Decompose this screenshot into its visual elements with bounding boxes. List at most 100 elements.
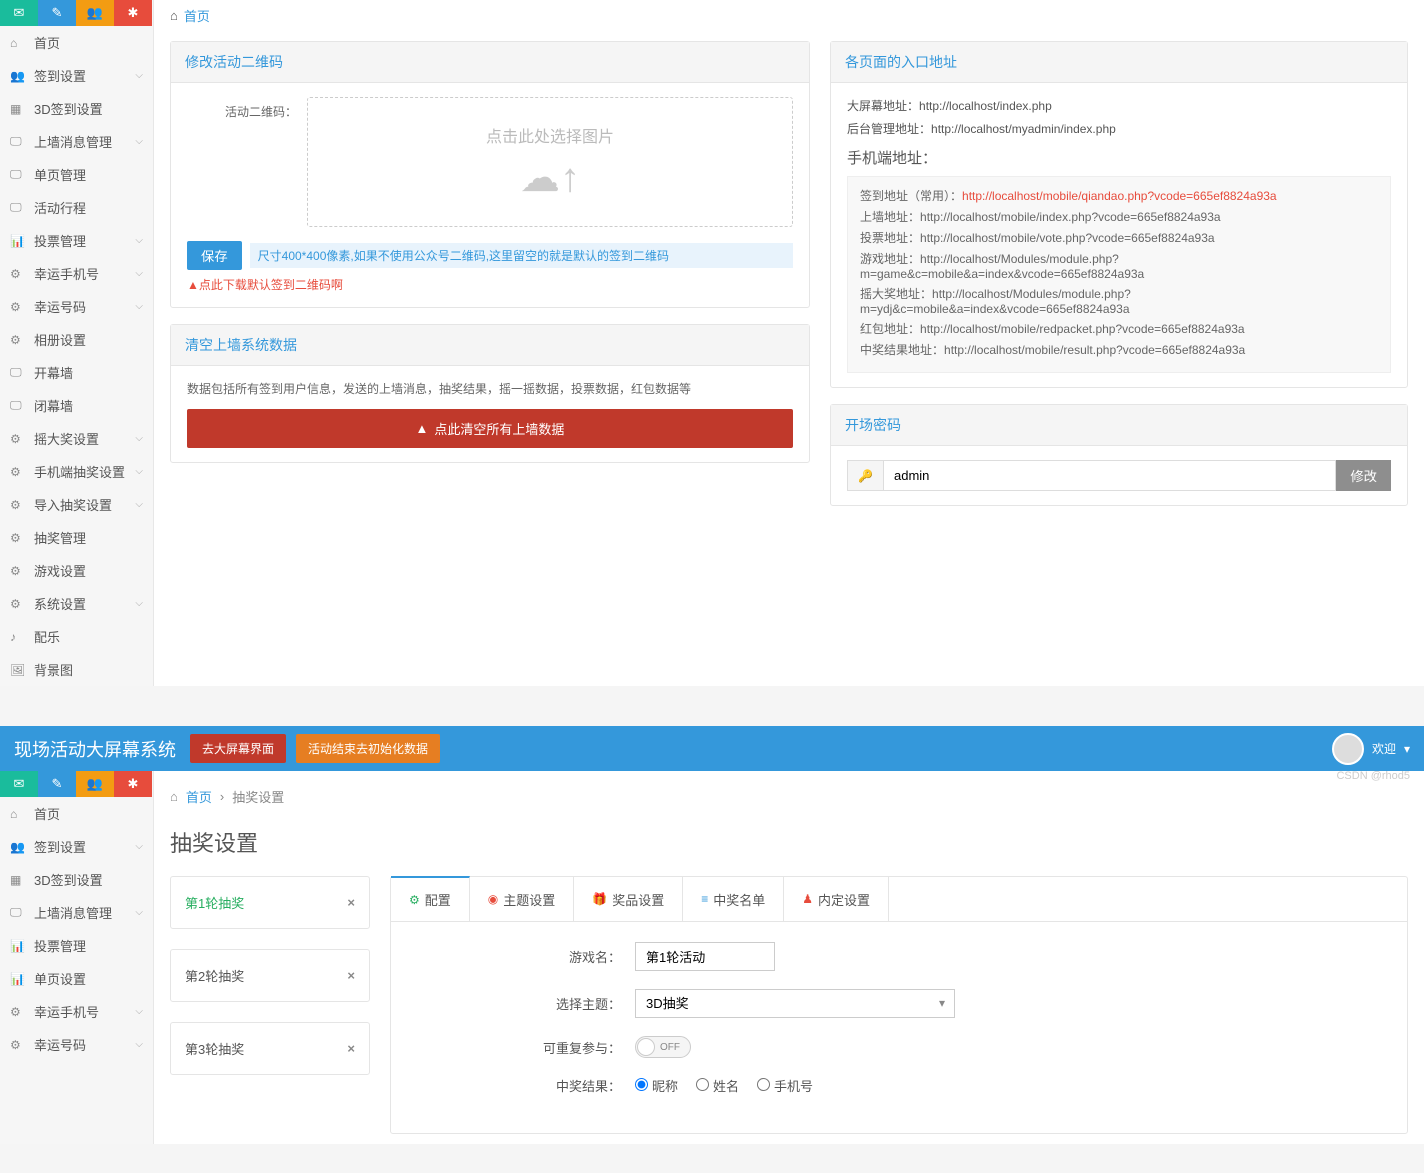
sidebar-item[interactable]: 🖵闭幕墙: [0, 389, 153, 422]
sidebar-item[interactable]: 📊单页设置: [0, 962, 153, 995]
sidebar-item[interactable]: ⚙幸运号码⌵: [0, 290, 153, 323]
game-name-input[interactable]: [635, 942, 775, 971]
radio-option[interactable]: 姓名: [696, 1079, 739, 1094]
save-button[interactable]: 保存: [187, 241, 242, 270]
chevron-down-icon: ⌵: [135, 1039, 143, 1050]
user-menu[interactable]: 欢迎 ▾: [1332, 733, 1410, 765]
users-icon[interactable]: 👥: [76, 771, 114, 797]
nav-label: 3D签到设置: [34, 870, 103, 889]
nav-icon: 🖵: [10, 905, 26, 920]
share-icon[interactable]: ✱: [114, 0, 152, 26]
nav-label: 单页管理: [34, 165, 86, 184]
nav-icon: ⌂: [10, 807, 26, 821]
tab-label: 内定设置: [818, 890, 870, 909]
close-icon[interactable]: ×: [347, 895, 355, 910]
sidebar-item[interactable]: ⚙导入抽奖设置⌵: [0, 488, 153, 521]
download-qr-link[interactable]: ▲点此下载默认签到二维码啊: [187, 276, 343, 293]
nav-icon: 🖵: [10, 365, 26, 380]
sidebar-item[interactable]: ⚙系统设置⌵: [0, 587, 153, 620]
sidebar-item[interactable]: 📊投票管理: [0, 929, 153, 962]
qr-upload-area[interactable]: 点击此处选择图片 ☁↑: [307, 97, 793, 227]
sidebar-item[interactable]: ⚙幸运手机号⌵: [0, 257, 153, 290]
home-icon[interactable]: ⌂: [170, 789, 178, 804]
sidebar-item[interactable]: 📊投票管理⌵: [0, 224, 153, 257]
sidebar-item[interactable]: ⌂首页: [0, 26, 153, 59]
nav-icon: ▦: [10, 873, 26, 887]
nav-label: 游戏设置: [34, 561, 86, 580]
sidebar: ✉ ✎ 👥 ✱ ⌂首页👥签到设置⌵▦3D签到设置🖵上墙消息管理⌵📊投票管理📊单页…: [0, 771, 154, 1144]
wechat-icon[interactable]: ✉: [0, 0, 38, 26]
nav-icon: ⚙: [10, 333, 26, 347]
edit-icon[interactable]: ✎: [38, 0, 76, 26]
modify-button[interactable]: 修改: [1336, 460, 1391, 491]
close-icon[interactable]: ×: [347, 1041, 355, 1056]
nav-label: 首页: [34, 804, 60, 823]
round-item[interactable]: 第3轮抽奖×: [170, 1022, 370, 1075]
radio-input[interactable]: [757, 1078, 770, 1091]
sidebar-item[interactable]: ⚙摇大奖设置⌵: [0, 422, 153, 455]
sidebar-item[interactable]: ♪配乐: [0, 620, 153, 653]
url-line: 游戏地址：http://localhost/Modules/module.php…: [860, 250, 1378, 281]
panel-title: 各页面的入口地址: [831, 42, 1407, 83]
home-icon[interactable]: ⌂: [170, 8, 178, 23]
sidebar-item[interactable]: 🖵上墙消息管理⌵: [0, 896, 153, 929]
panel-title: 修改活动二维码: [171, 42, 809, 83]
sidebar-item[interactable]: 🖵活动行程: [0, 191, 153, 224]
brand-title: 现场活动大屏幕系统: [14, 736, 176, 762]
tab[interactable]: 🎁奖品设置: [574, 877, 683, 921]
key-icon: 🔑: [847, 460, 883, 491]
tab[interactable]: ≡中奖名单: [683, 877, 784, 921]
close-icon[interactable]: ×: [347, 968, 355, 983]
breadcrumb-link[interactable]: 首页: [184, 6, 210, 25]
chevron-down-icon: ⌵: [135, 466, 143, 477]
qr-label: 活动二维码：: [187, 97, 307, 120]
round-item[interactable]: 第1轮抽奖×: [170, 876, 370, 929]
radio-input[interactable]: [696, 1078, 709, 1091]
round-item[interactable]: 第2轮抽奖×: [170, 949, 370, 1002]
sidebar-item[interactable]: 👥签到设置⌵: [0, 59, 153, 92]
nav-icon: ⚙: [10, 564, 26, 578]
nav-label: 签到设置: [34, 837, 86, 856]
nav-label: 3D签到设置: [34, 99, 103, 118]
init-data-button[interactable]: 活动结束去初始化数据: [296, 734, 440, 763]
clear-data-button[interactable]: ▲ 点此清空所有上墙数据: [187, 409, 793, 448]
sidebar-item[interactable]: 🖵开幕墙: [0, 356, 153, 389]
sidebar-item[interactable]: 🖵单页管理: [0, 158, 153, 191]
password-input[interactable]: [883, 460, 1336, 491]
chevron-down-icon: ⌵: [135, 841, 143, 852]
repeat-toggle[interactable]: OFF: [635, 1036, 691, 1058]
breadcrumb: ⌂ 首页 › 抽奖设置: [170, 781, 1408, 812]
share-icon[interactable]: ✱: [114, 771, 152, 797]
tab[interactable]: ⚙配置: [391, 876, 470, 921]
radio-input[interactable]: [635, 1078, 648, 1091]
tab[interactable]: ◉主题设置: [470, 877, 575, 921]
sidebar-item[interactable]: ⚙抽奖管理: [0, 521, 153, 554]
breadcrumb-home-link[interactable]: 首页: [186, 787, 212, 806]
nav-icon: 👥: [10, 69, 26, 83]
sidebar-item[interactable]: ⚙相册设置: [0, 323, 153, 356]
users-icon[interactable]: 👥: [76, 0, 114, 26]
sidebar-item[interactable]: 🖼背景图: [0, 653, 153, 686]
go-bigscreen-button[interactable]: 去大屏幕界面: [190, 734, 286, 763]
mobile-url-list: 签到地址（常用）：http://localhost/mobile/qiandao…: [847, 176, 1391, 373]
sidebar-item[interactable]: ⚙幸运号码⌵: [0, 1028, 153, 1061]
wechat-icon[interactable]: ✉: [0, 771, 38, 797]
tab[interactable]: ♟内定设置: [784, 877, 889, 921]
nav-label: 幸运号码: [34, 1035, 86, 1054]
sidebar-item[interactable]: ⚙手机端抽奖设置⌵: [0, 455, 153, 488]
sidebar-item[interactable]: ⚙幸运手机号⌵: [0, 995, 153, 1028]
sidebar-item[interactable]: ⚙ 游戏设置: [0, 554, 153, 587]
sidebar-item[interactable]: ▦3D签到设置: [0, 92, 153, 125]
nav-label: 幸运手机号: [34, 264, 99, 283]
sidebar-item[interactable]: ⌂ 首页: [0, 797, 153, 830]
edit-icon[interactable]: ✎: [38, 771, 76, 797]
sidebar-item[interactable]: 👥签到设置⌵: [0, 830, 153, 863]
sidebar-item[interactable]: ▦ 3D签到设置: [0, 863, 153, 896]
nav-label: 签到设置: [34, 66, 86, 85]
radio-option[interactable]: 昵称: [635, 1079, 678, 1094]
sidebar-item[interactable]: 🖵上墙消息管理⌵: [0, 125, 153, 158]
nav-icon: 🖼: [10, 663, 26, 677]
theme-select[interactable]: 3D抽奖: [635, 989, 955, 1018]
radio-option[interactable]: 手机号: [757, 1079, 813, 1094]
page-title: 抽奖设置: [170, 826, 1408, 858]
